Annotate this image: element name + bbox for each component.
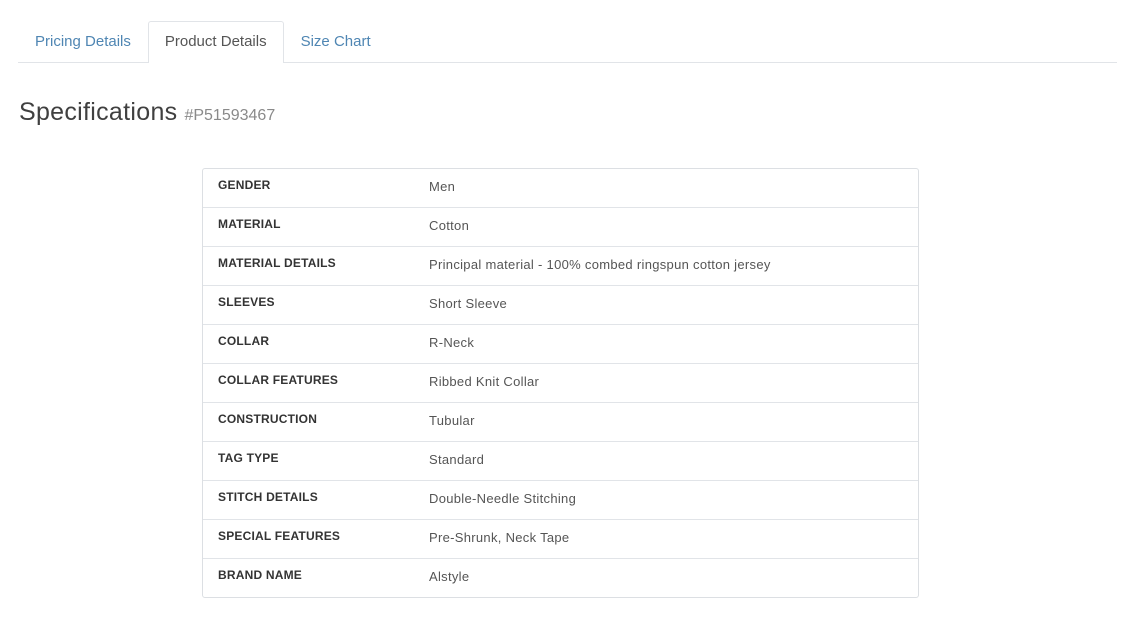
table-row: SPECIAL FEATURES Pre-Shrunk, Neck Tape [203,519,918,558]
tab-bar: Pricing Details Product Details Size Cha… [18,20,1117,63]
spec-label: TAG TYPE [218,451,279,465]
spec-value: Short Sleeve [429,296,508,311]
tab-pricing-details[interactable]: Pricing Details [18,21,148,62]
tab-size-chart[interactable]: Size Chart [283,21,388,62]
specifications-heading: Specifications #P51593467 [19,98,275,127]
spec-label: GENDER [218,178,271,192]
product-page: Pricing Details Product Details Size Cha… [0,0,1136,636]
spec-label: CONSTRUCTION [218,412,318,426]
table-row: MATERIAL DETAILS Principal material - 10… [203,246,918,285]
specifications-title: Specifications [19,98,178,126]
spec-value: R-Neck [429,335,475,350]
spec-label: COLLAR FEATURES [218,373,339,387]
spec-value: Alstyle [429,569,470,584]
spec-value: Cotton [429,218,470,233]
table-row: COLLAR FEATURES Ribbed Knit Collar [203,363,918,402]
spec-value: Standard [429,452,485,467]
spec-value: Ribbed Knit Collar [429,374,540,389]
specifications-table: GENDER Men MATERIAL Cotton MATERIAL DETA… [202,168,919,598]
table-row: MATERIAL Cotton [203,207,918,246]
spec-label: STITCH DETAILS [218,490,318,504]
spec-label: SLEEVES [218,295,275,309]
table-row: STITCH DETAILS Double-Needle Stitching [203,480,918,519]
spec-value: Pre-Shrunk, Neck Tape [429,530,570,545]
table-row: CONSTRUCTION Tubular [203,402,918,441]
table-row: BRAND NAME Alstyle [203,558,918,597]
spec-value: Tubular [429,413,475,428]
table-row: GENDER Men [203,169,918,207]
spec-value: Principal material - 100% combed ringspu… [429,257,771,272]
spec-label: MATERIAL [218,217,281,231]
spec-value: Double-Needle Stitching [429,491,577,506]
spec-label: MATERIAL DETAILS [218,256,336,270]
product-code: #P51593467 [184,107,276,124]
table-row: COLLAR R-Neck [203,324,918,363]
table-row: TAG TYPE Standard [203,441,918,480]
spec-label: COLLAR [218,334,270,348]
spec-label: SPECIAL FEATURES [218,529,341,543]
spec-value: Men [429,179,456,194]
spec-label: BRAND NAME [218,568,302,582]
tab-product-details[interactable]: Product Details [147,21,284,63]
table-row: SLEEVES Short Sleeve [203,285,918,324]
